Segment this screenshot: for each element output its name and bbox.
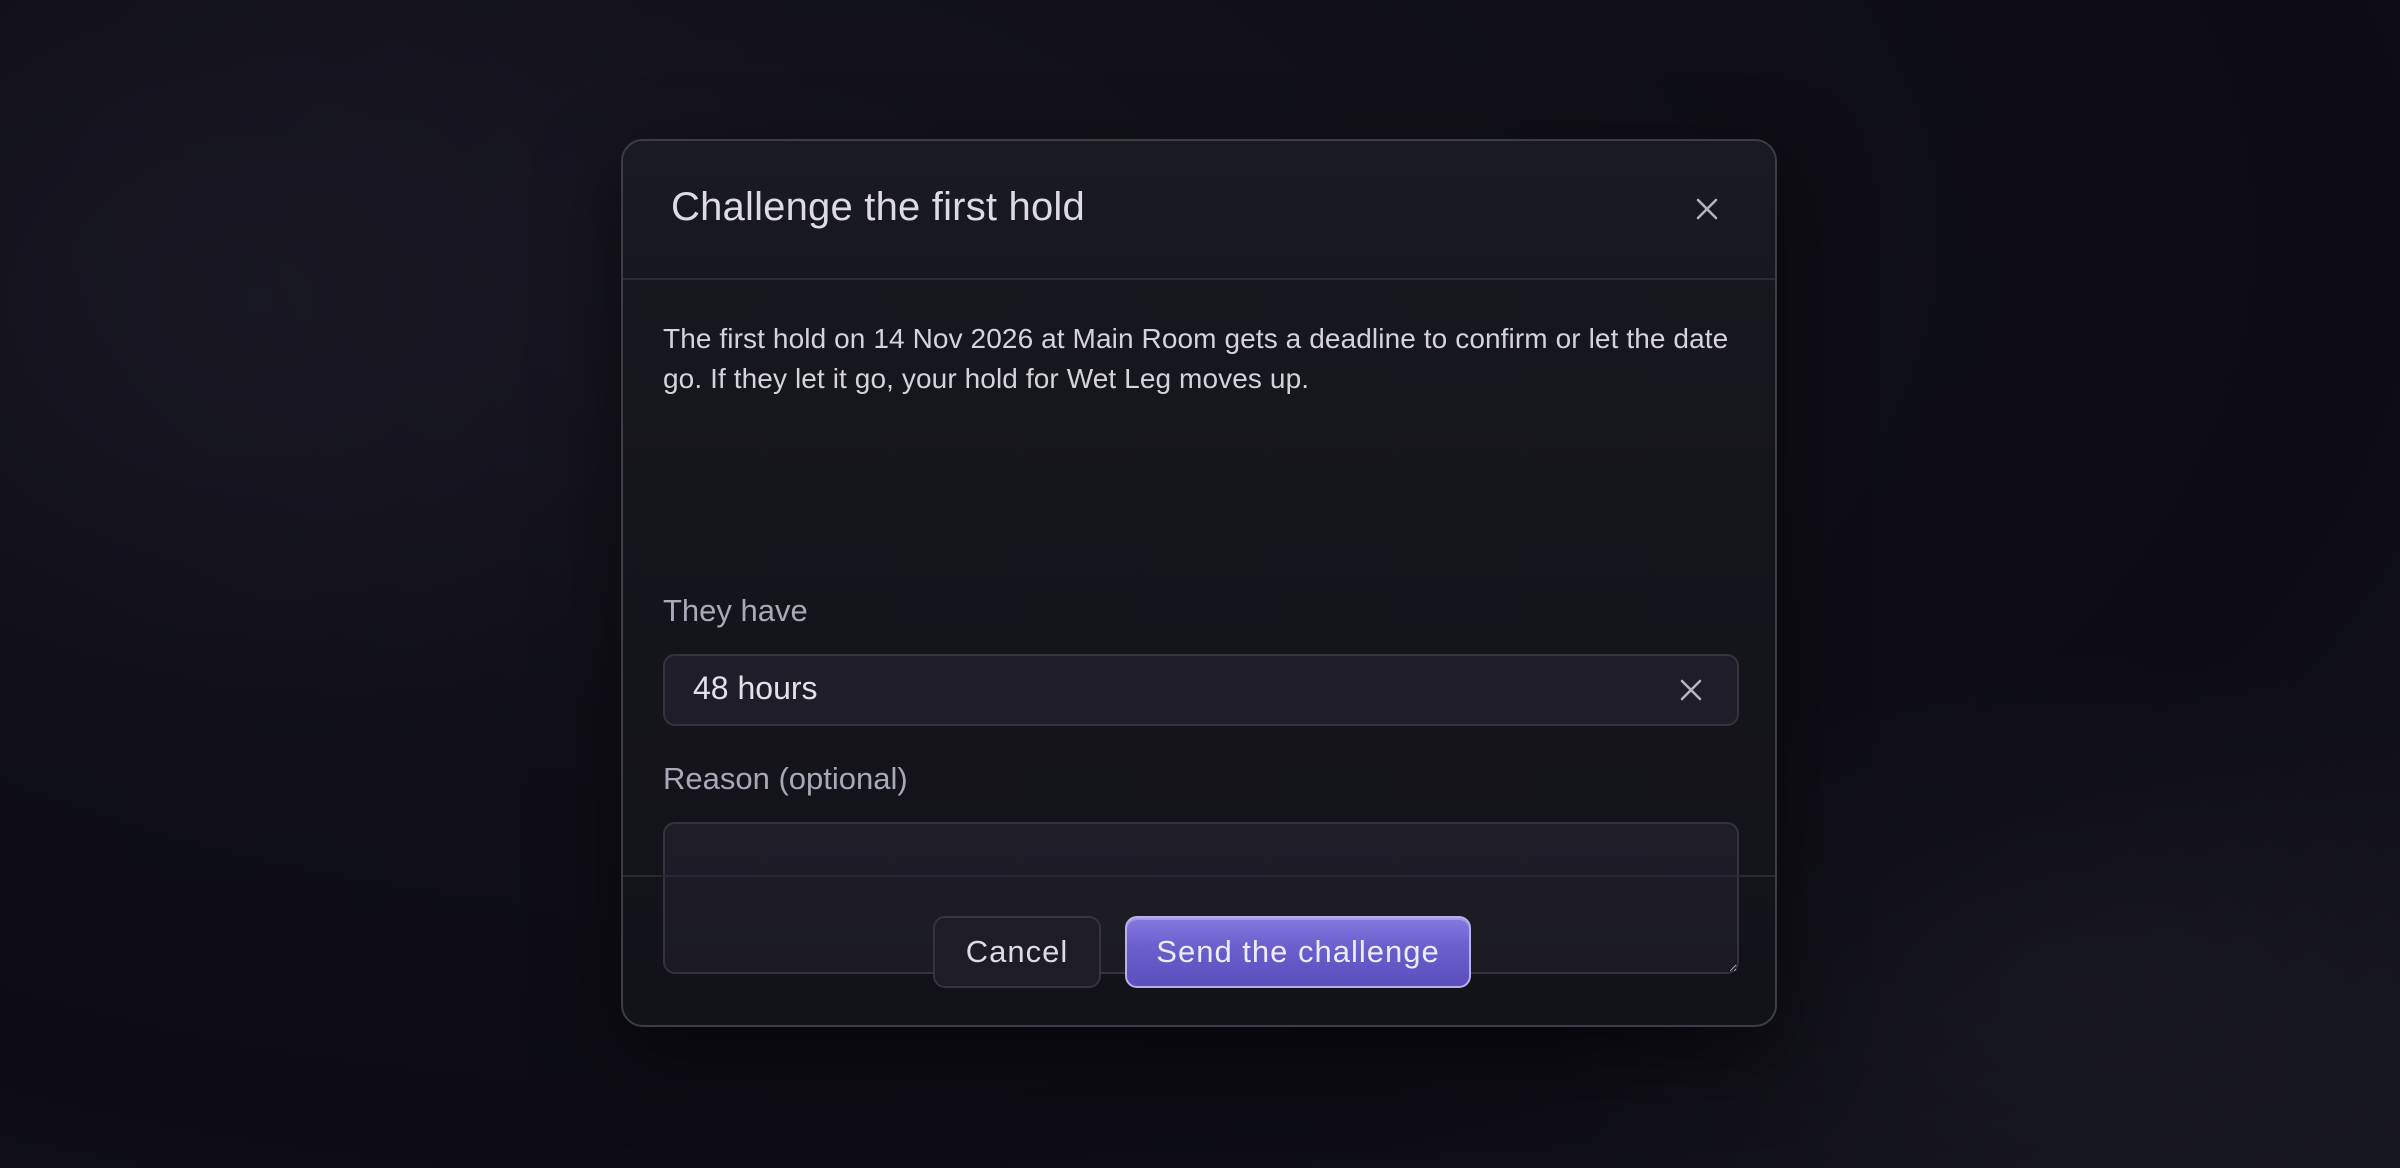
send-challenge-button[interactable]: Send the challenge xyxy=(1125,916,1471,988)
close-icon xyxy=(1696,198,1718,220)
reason-label: Reason (optional) xyxy=(663,761,908,796)
deadline-select[interactable]: 48 hours xyxy=(663,654,1739,726)
footer-divider xyxy=(623,875,1775,877)
dialog-description: The first hold on 14 Nov 2026 at Main Ro… xyxy=(663,323,1729,394)
clear-icon xyxy=(1680,679,1702,701)
dialog-title: Challenge the first hold xyxy=(671,185,1085,229)
challenge-dialog: Challenge the first hold The first hold … xyxy=(621,139,1777,1027)
deadline-value: 48 hours xyxy=(693,670,818,706)
clear-deadline-button[interactable] xyxy=(1675,674,1707,706)
cancel-button[interactable]: Cancel xyxy=(933,916,1101,988)
deadline-label: They have xyxy=(663,593,808,628)
close-button[interactable] xyxy=(1687,189,1727,229)
dialog-header: Challenge the first hold xyxy=(623,141,1775,280)
